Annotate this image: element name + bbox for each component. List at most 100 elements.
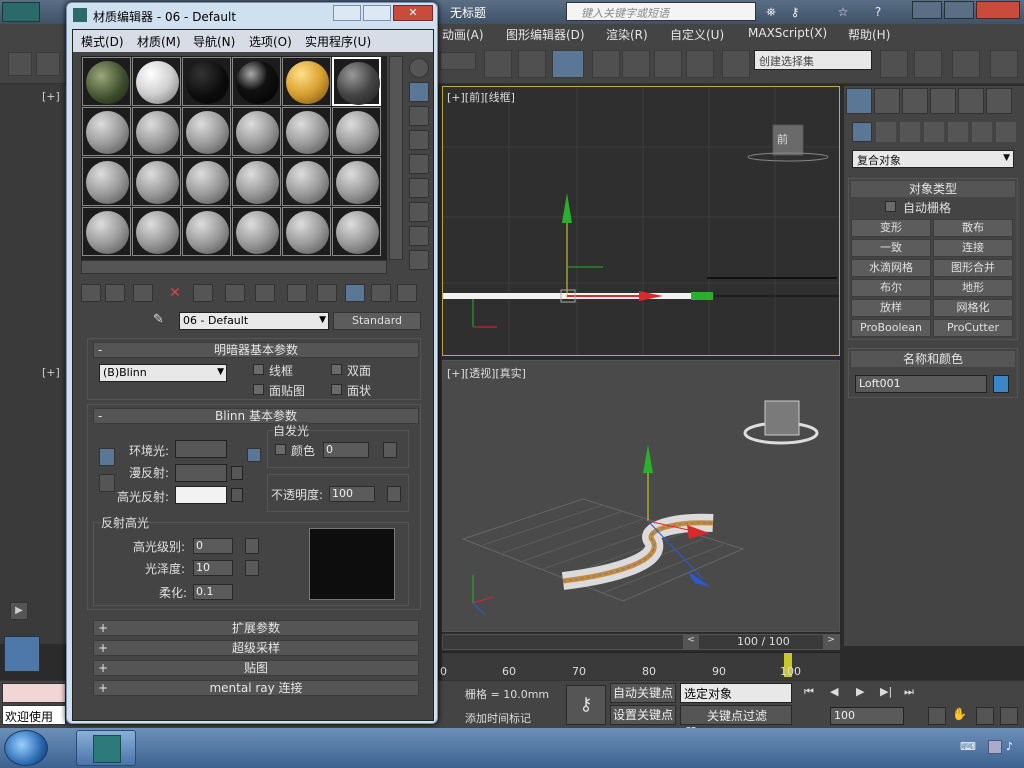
show-map-icon[interactable] <box>317 284 337 302</box>
sample-slot-20[interactable] <box>132 207 181 256</box>
track-bar[interactable]: 0 60 70 80 90 100 <box>440 652 840 680</box>
faceted-checkbox[interactable] <box>331 384 342 395</box>
slots-vertical-scrollbar[interactable] <box>389 56 403 260</box>
shapemerge-button[interactable]: 图形合并 <box>933 259 1013 277</box>
supersampling-rollout[interactable]: + 超级采样 <box>93 640 419 656</box>
self-illum-map-button[interactable] <box>383 442 397 458</box>
sample-slot-8[interactable] <box>132 107 181 156</box>
maximize-viewport-icon[interactable] <box>1000 707 1018 725</box>
diffuse-map-button[interactable] <box>231 466 243 480</box>
make-preview-icon[interactable] <box>409 178 429 198</box>
uv-tiling-icon[interactable] <box>409 130 429 150</box>
shapes-icon[interactable] <box>876 122 896 142</box>
star-icon[interactable]: ☆ <box>834 3 852 21</box>
menu-graph-editors[interactable]: 图形编辑器(D) <box>506 26 585 43</box>
sample-slot-23[interactable] <box>282 207 331 256</box>
mirror-axis-icon[interactable] <box>880 50 908 78</box>
angle-snap-icon[interactable] <box>622 50 650 78</box>
shader-rollout-header[interactable]: - 明暗器基本参数 <box>93 342 419 358</box>
me-minimize-button[interactable] <box>333 5 361 21</box>
sample-slot-1[interactable] <box>82 57 131 106</box>
sample-slot-16[interactable] <box>232 157 281 206</box>
ribbon-icon[interactable] <box>990 50 1018 78</box>
sample-slot-19[interactable] <box>82 207 131 256</box>
self-illum-spinner[interactable]: 0 <box>323 442 369 458</box>
geometry-icon[interactable] <box>852 122 872 142</box>
start-button[interactable] <box>4 730 48 766</box>
sample-slot-9[interactable] <box>182 107 231 156</box>
dropdown-arrow-icon[interactable] <box>440 52 476 70</box>
network-icon[interactable] <box>988 740 1002 754</box>
motion-tab-icon[interactable] <box>930 88 956 114</box>
pan-icon[interactable]: ✋ <box>952 707 970 725</box>
nav-cube-front-label[interactable]: 前 <box>777 131 788 147</box>
lock-diffuse-specular-icon[interactable] <box>99 474 115 492</box>
sample-slot-11[interactable] <box>282 107 331 156</box>
me-menu-material[interactable]: 材质(M) <box>137 33 181 50</box>
select-scale-icon[interactable] <box>484 50 512 78</box>
sample-slot-21[interactable] <box>182 207 231 256</box>
sample-slot-3[interactable] <box>182 57 231 106</box>
align-icon[interactable] <box>914 50 942 78</box>
go-to-parent-icon[interactable] <box>371 284 391 302</box>
conform-button[interactable]: 一致 <box>851 239 931 257</box>
sample-slot-6[interactable] <box>332 57 381 106</box>
menu-help[interactable]: 帮助(H) <box>848 26 890 43</box>
front-viewport[interactable]: [+][前][线框] 前 <box>442 86 840 356</box>
video-color-check-icon[interactable] <box>409 154 429 174</box>
make-copy-icon[interactable] <box>193 284 213 302</box>
autogrid-checkbox[interactable] <box>885 201 896 212</box>
perspective-viewport[interactable]: [+][透视][真实] <box>442 360 840 632</box>
display-tab-icon[interactable] <box>958 88 984 114</box>
specular-map-button[interactable] <box>231 488 243 502</box>
set-key-button[interactable]: 设置关键点 <box>610 705 676 725</box>
glossiness-spinner[interactable]: 10 <box>193 560 233 576</box>
time-config-icon[interactable] <box>928 707 946 725</box>
play-icon[interactable]: ▶ <box>856 685 876 701</box>
sample-slot-12[interactable] <box>332 107 381 156</box>
utilities-tab-icon[interactable] <box>986 88 1012 114</box>
material-name-field[interactable]: 06 - Default ▼ <box>179 312 329 330</box>
edit-named-sets-icon[interactable] <box>722 50 750 78</box>
eyedropper-icon[interactable]: ✎ <box>153 312 171 330</box>
get-material-icon[interactable] <box>81 284 101 302</box>
left-viewport-label[interactable]: [+] <box>42 90 60 103</box>
keyboard-icon[interactable]: ⌨ <box>960 740 978 754</box>
opacity-spinner[interactable]: 100 <box>329 486 375 502</box>
material-navigator-icon[interactable] <box>409 250 429 270</box>
self-illum-color-checkbox[interactable] <box>275 444 286 455</box>
key-filters-button[interactable]: 关键点过滤器... <box>680 705 792 740</box>
named-selection-dropdown[interactable]: 创建选择集 <box>754 50 872 70</box>
sample-slot-2[interactable] <box>132 57 181 106</box>
taskbar-3dsmax-app[interactable] <box>76 730 136 766</box>
prev-frame-icon[interactable]: ◀ <box>830 685 850 701</box>
goto-start-icon[interactable]: ⏮ <box>804 685 824 701</box>
category-dropdown[interactable]: 复合对象 ▼ <box>852 150 1014 168</box>
blinn-rollout-header[interactable]: - Blinn 基本参数 <box>93 408 419 424</box>
options-icon[interactable] <box>409 202 429 222</box>
background-icon[interactable] <box>409 106 429 126</box>
boolean-button[interactable]: 布尔 <box>851 279 931 297</box>
cameras-icon[interactable] <box>924 122 944 142</box>
slots-horizontal-scrollbar[interactable] <box>81 260 387 274</box>
volume-icon[interactable]: ♪ <box>1006 740 1020 754</box>
blobmesh-button[interactable]: 水滴网格 <box>851 259 931 277</box>
object-type-header[interactable]: 对象类型 <box>851 181 1015 197</box>
proboolean-button[interactable]: ProBoolean <box>851 319 931 337</box>
sample-slot-24[interactable] <box>332 207 381 256</box>
material-id-icon[interactable] <box>287 284 307 302</box>
sample-slot-4[interactable] <box>232 57 281 106</box>
play-small-icon[interactable]: ▶ <box>10 602 28 620</box>
sample-slot-17[interactable] <box>282 157 331 206</box>
maxscript-listener-field[interactable] <box>2 683 66 703</box>
orbit-icon[interactable] <box>976 707 994 725</box>
maximize-button[interactable] <box>944 1 974 19</box>
spec-level-map-button[interactable] <box>245 538 259 554</box>
set-key-icon[interactable]: ⚷ <box>566 685 606 725</box>
loft-button[interactable]: 放样 <box>851 299 931 317</box>
menu-rendering[interactable]: 渲染(R) <box>606 26 648 43</box>
object-color-swatch[interactable] <box>993 375 1009 393</box>
goto-end-icon[interactable]: ⏭ <box>904 685 924 701</box>
hierarchy-tab-icon[interactable] <box>902 88 928 114</box>
percent-snap-icon[interactable] <box>654 50 682 78</box>
